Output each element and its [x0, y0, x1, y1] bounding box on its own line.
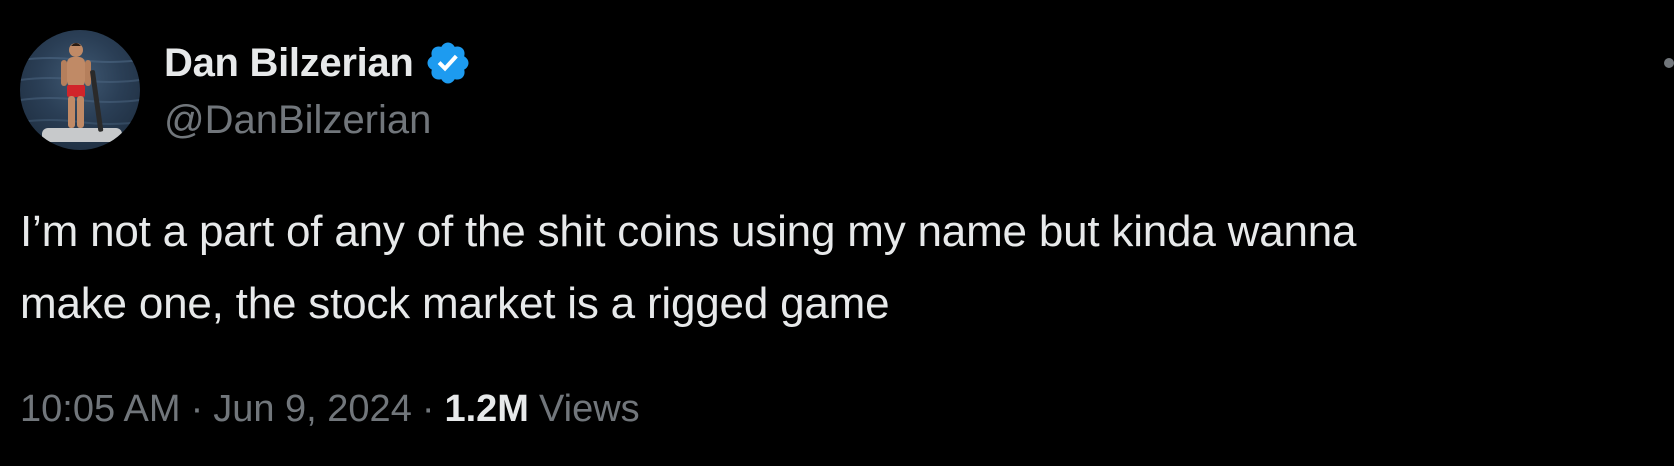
- views-label[interactable]: Views: [539, 388, 640, 431]
- separator-dot: ·: [421, 388, 435, 430]
- tweet-text: I’m not a part of any of the shit coins …: [20, 207, 1357, 328]
- avatar-image: [20, 43, 140, 142]
- separator-dot: ·: [190, 388, 204, 430]
- tweet-date[interactable]: Jun 9, 2024: [213, 388, 412, 431]
- author-display-name[interactable]: Dan Bilzerian: [164, 41, 414, 86]
- author-handle[interactable]: @DanBilzerian: [164, 98, 431, 143]
- tweet-time[interactable]: 10:05 AM: [20, 388, 181, 431]
- tweet-metadata: 10:05 AM · Jun 9, 2024 · 1.2M Views: [20, 388, 640, 431]
- author-name-row: Dan Bilzerian: [164, 38, 472, 88]
- views-count[interactable]: 1.2M: [444, 388, 528, 431]
- tweet-card: Dan Bilzerian @DanBilzerian I’m not a pa…: [0, 0, 1674, 466]
- verified-badge-icon[interactable]: [424, 39, 472, 87]
- more-options-icon[interactable]: [1664, 58, 1674, 68]
- avatar[interactable]: [20, 30, 140, 150]
